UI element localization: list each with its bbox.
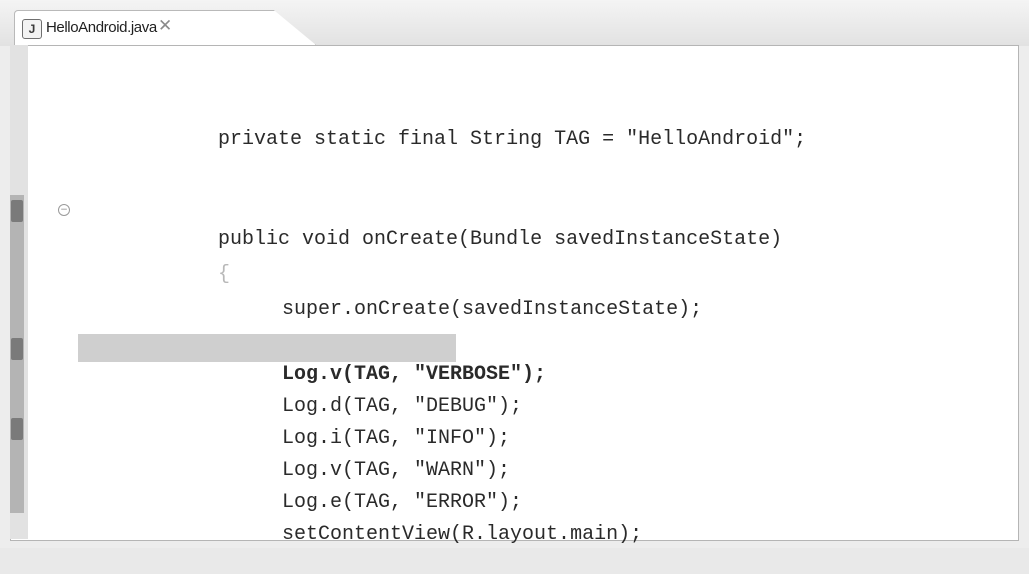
code-line: public void onCreate(Bundle savedInstanc… (218, 228, 783, 251)
editor-window: J HelloAndroid.java ✕ − private static f… (0, 0, 1029, 548)
code-line: setContentView(R.layout.main); (282, 523, 643, 546)
code-line: private static final String TAG = "Hello… (218, 128, 807, 151)
code-area[interactable]: private static final String TAG = "Hello… (0, 0, 1029, 548)
